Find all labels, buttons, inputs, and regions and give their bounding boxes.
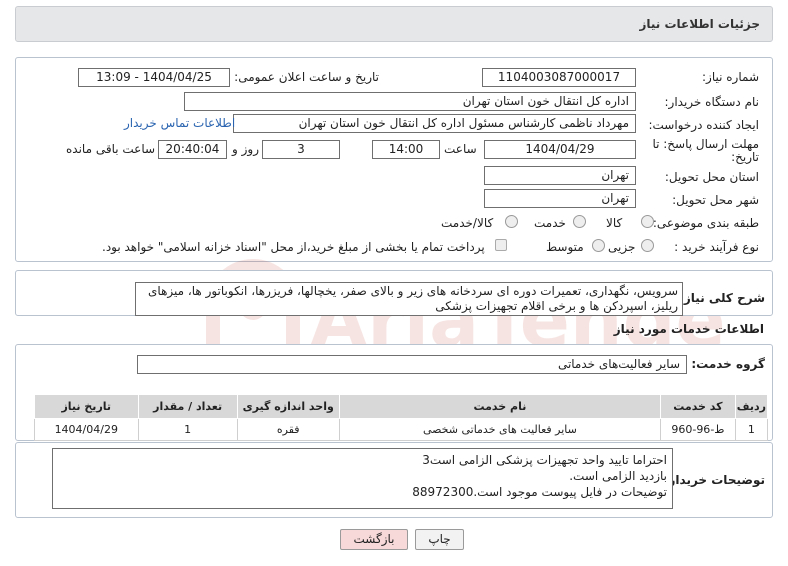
page-title: جزئیات اطلاعات نیاز <box>639 17 760 31</box>
deadline-time-label: ساعت <box>444 142 477 156</box>
remaining-time-field: 20:40:04 <box>158 140 227 159</box>
service-group-field: سایر فعالیت‌های خدماتی <box>137 355 687 374</box>
remaining-days-field: 3 <box>262 140 340 159</box>
cell-name: سایر فعالیت های خدماتی شخصی <box>338 418 662 441</box>
province-label: استان محل تحویل: <box>664 170 759 184</box>
buyer-org-field: اداره کل انتقال خون استان تهران <box>184 92 636 111</box>
remaining-time-label: ساعت باقی مانده <box>66 142 156 156</box>
buyer-notes-textarea[interactable]: احتراما تایید واحد تجهیزات پزشکی الزامی … <box>52 448 673 509</box>
province-field: تهران <box>484 166 636 185</box>
process-minor-label: جزیی <box>608 240 636 254</box>
col-qty-header: تعداد / مقدار <box>137 394 238 419</box>
buyer-contact-link[interactable]: اطلاعات تماس خریدار <box>124 116 235 130</box>
description-label: شرح کلی نیاز: <box>679 291 765 305</box>
print-button[interactable]: چاپ <box>415 529 464 550</box>
deadline-label: مهلت ارسال پاسخ: تا <box>652 137 759 151</box>
col-code-header: کد خدمت <box>660 394 736 419</box>
category-goods-service-label: کالا/خدمت <box>441 216 494 230</box>
buyer-notes-line-1: احتراما تایید واحد تجهیزات پزشکی الزامی … <box>422 453 667 467</box>
deadline-label-2: تاریخ: <box>731 150 759 164</box>
service-group-label: گروه خدمت: <box>691 357 765 371</box>
col-name-header: نام خدمت <box>338 394 662 419</box>
treasury-checkbox[interactable] <box>495 239 507 251</box>
cell-date: 1404/04/29 <box>34 418 139 441</box>
col-unit-header: واحد اندازه گیری <box>236 394 340 419</box>
page-header: جزئیات اطلاعات نیاز <box>15 6 773 42</box>
category-service-radio[interactable] <box>573 215 586 228</box>
need-info-panel <box>15 57 773 262</box>
buyer-org-label: نام دستگاه خریدار: <box>664 95 760 109</box>
back-button[interactable]: بازگشت <box>340 529 408 550</box>
need-number-label: شماره نیاز: <box>702 70 759 84</box>
description-textarea[interactable]: سرویس، نگهداری، تعمیرات دوره ای سردخانه … <box>135 282 683 316</box>
services-table: ردیف کد خدمت نام خدمت واحد اندازه گیری ت… <box>34 394 769 441</box>
cell-row: 1 <box>734 418 769 441</box>
days-label: روز و <box>232 142 259 156</box>
buyer-notes-label: توضیحات خریدار: <box>663 473 765 487</box>
announce-datetime-field: 1404/04/25 - 13:09 <box>78 68 230 87</box>
services-table-header: ردیف کد خدمت نام خدمت واحد اندازه گیری ت… <box>34 394 769 419</box>
process-medium-radio[interactable] <box>592 239 605 252</box>
deadline-time-field: 14:00 <box>372 140 440 159</box>
cell-qty: 1 <box>137 418 238 441</box>
category-service-label: خدمت <box>534 216 566 230</box>
requester-label: ایجاد کننده درخواست: <box>648 118 759 132</box>
category-goods-radio[interactable] <box>641 215 654 228</box>
table-row: 1 ط-96-960 سایر فعالیت های خدماتی شخصی ف… <box>34 418 769 441</box>
treasury-payment-note: پرداخت تمام یا بخشی از مبلغ خرید،از محل … <box>102 240 485 254</box>
cell-unit: فقره <box>236 418 340 441</box>
city-label: شهر محل تحویل: <box>672 193 759 207</box>
city-field: تهران <box>484 189 636 208</box>
process-minor-radio[interactable] <box>641 239 654 252</box>
category-label: طبقه بندی موضوعی: <box>652 216 759 230</box>
services-section-title: اطلاعات خدمات مورد نیاز <box>613 322 764 336</box>
buyer-notes-line-3: توضیحات در فایل پیوست موجود است.88972300 <box>412 485 667 499</box>
category-goods-service-radio[interactable] <box>505 215 518 228</box>
cell-code: ط-96-960 <box>660 418 736 441</box>
category-goods-label: کالا <box>606 216 623 230</box>
process-type-label: نوع فرآیند خرید : <box>674 240 759 254</box>
need-number-field: 1104003087000017 <box>482 68 636 87</box>
deadline-date-field: 1404/04/29 <box>484 140 636 159</box>
process-medium-label: متوسط <box>546 240 584 254</box>
requester-field: مهرداد ناظمی کارشناس مسئول اداره کل انتق… <box>233 114 636 133</box>
col-row-header: ردیف <box>734 394 769 419</box>
description-text: سرویس، نگهداری، تعمیرات دوره ای سردخانه … <box>148 284 678 313</box>
buyer-notes-line-2: بازدید الزامی است. <box>569 469 667 483</box>
col-date-header: تاریخ نیاز <box>34 394 139 419</box>
announce-label: تاریخ و ساعت اعلان عمومی: <box>234 70 379 84</box>
